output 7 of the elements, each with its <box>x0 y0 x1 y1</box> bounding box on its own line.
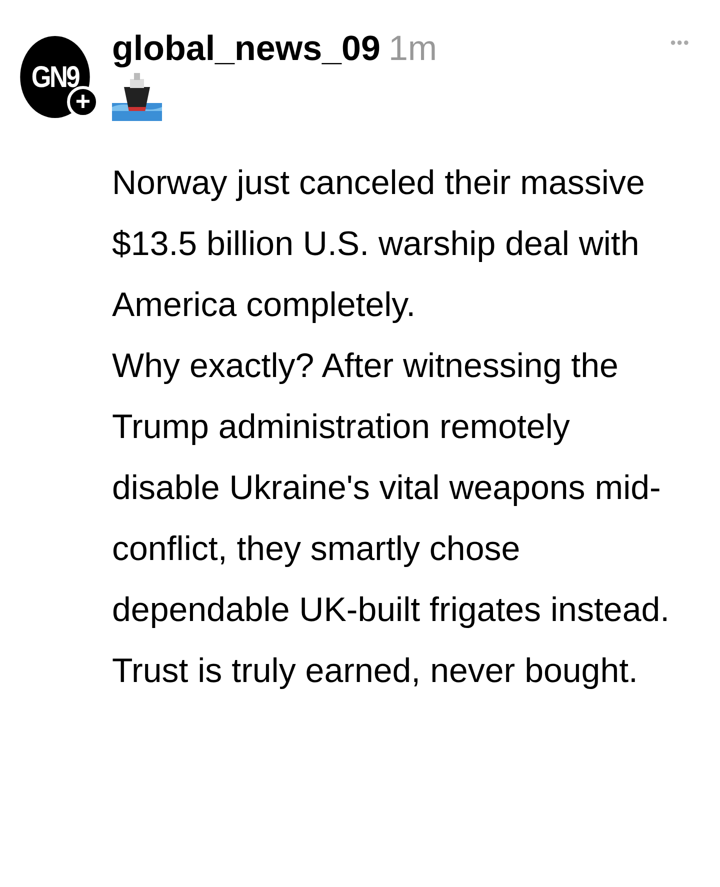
ship-icon <box>112 72 162 120</box>
post-text: Trust is truly earned, never bought. <box>112 650 640 692</box>
post-text: Norway just canceled their massive $13.5 billion U.S. warship deal with America completely. <box>112 162 646 326</box>
follow-button[interactable]: + <box>67 86 99 118</box>
post-text: Why exactly? After witnessing the Trump administration remotely disable Ukraine's vital weapons mid-conflict, they smartly chose dependable UK-built frigates instead. <box>112 346 671 630</box>
username[interactable]: global_news_09 <box>112 30 380 68</box>
timestamp: 1m <box>388 30 438 68</box>
